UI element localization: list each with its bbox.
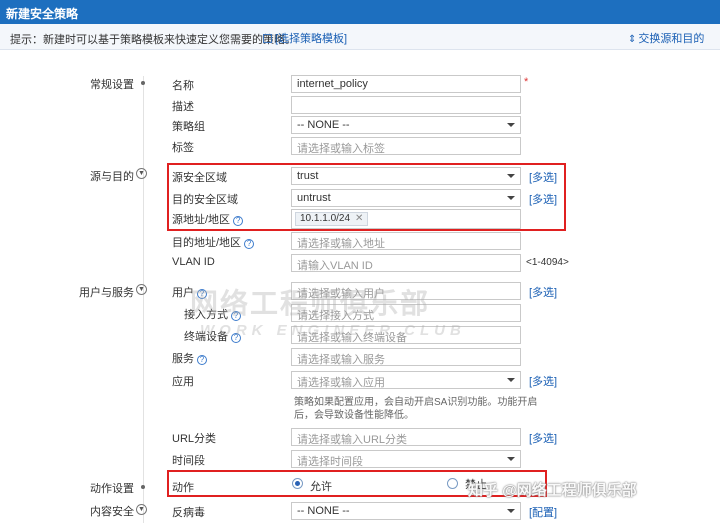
antivirus-config-link[interactable]: [配置] (529, 504, 557, 520)
swap-label: 交换源和目的 (638, 33, 705, 45)
application-label: 应用 (172, 376, 194, 388)
antivirus-label: 反病毒 (172, 507, 205, 519)
application-select[interactable]: 请选择或输入应用 (291, 371, 521, 389)
application-note-line1: 策略如果配置应用，会自动开启SA识别功能。功能开启 (294, 397, 538, 408)
section-dot (141, 485, 145, 489)
description-label: 描述 (172, 101, 194, 113)
help-icon[interactable]: ? (197, 355, 207, 365)
permit-radio[interactable] (292, 478, 303, 489)
section-content-security: 内容安全 (90, 506, 134, 518)
select-template-label: [选择策略模板] (275, 33, 348, 45)
tag-input[interactable]: 请选择或输入标签 (291, 137, 521, 155)
close-icon[interactable]: ✕ (355, 213, 363, 224)
url-category-label: URL分类 (172, 433, 217, 445)
time-range-select[interactable]: 请选择时间段 (291, 450, 521, 468)
select-template-link[interactable]: [选择策略模板] (263, 30, 347, 46)
src-zone-label: 源安全区域 (172, 172, 227, 184)
chevron-down-icon (507, 123, 515, 127)
chevron-down-icon (507, 457, 515, 461)
tip-text: 提示：新建时可以基于策略模板来快速定义您需要的策略。 (10, 34, 296, 46)
policy-group-value: -- NONE -- (297, 119, 350, 131)
deny-radio[interactable] (447, 478, 458, 489)
src-addr-label-text: 源地址/地区 (172, 214, 231, 226)
src-addr-tag: 10.1.1.0/24 ✕ (295, 212, 369, 226)
name-label: 名称 (172, 80, 194, 92)
service-label: 服务? (172, 350, 207, 366)
url-category-input[interactable]: 请选择或输入URL分类 (291, 428, 521, 446)
dst-zone-label: 目的安全区域 (172, 194, 238, 206)
zhihu-watermark: 知乎 @网络工程师俱乐部 (468, 482, 637, 499)
section-source-dest: 源与目的 (90, 171, 134, 183)
dst-addr-label-text: 目的地址/地区 (172, 237, 242, 249)
src-zone-value: trust (297, 170, 319, 182)
dst-zone-select[interactable]: untrust (291, 189, 521, 207)
vlan-label: VLAN ID (172, 256, 215, 268)
section-user-service: 用户与服务 (79, 287, 134, 299)
src-addr-tag-text: 10.1.1.0/24 (300, 213, 351, 224)
swap-source-dest-link[interactable]: ⇕ 交换源和目的 (628, 30, 704, 46)
description-input[interactable] (291, 96, 521, 114)
vlan-input[interactable]: 请输入VLAN ID (291, 254, 521, 272)
application-placeholder: 请选择或输入应用 (297, 377, 385, 389)
template-icon (263, 34, 272, 43)
required-mark: * (524, 76, 529, 88)
chevron-down-icon (507, 196, 515, 200)
section-general: 常规设置 (90, 79, 134, 91)
section-action: 动作设置 (90, 483, 134, 495)
application-note-line2: 后，会导致设备性能降低。 (294, 410, 414, 421)
vlan-range: <1-4094> (526, 257, 569, 268)
name-input[interactable]: internet_policy (291, 75, 521, 93)
time-range-label: 时间段 (172, 455, 205, 467)
chevron-down-icon (507, 174, 515, 178)
dst-addr-input[interactable]: 请选择或输入地址 (291, 232, 521, 250)
help-icon[interactable]: ? (233, 216, 244, 226)
watermark-text-en: WORK ENGINEER CLUB (200, 322, 466, 339)
dialog-title: 新建安全策略 (0, 0, 720, 24)
src-zone-select[interactable]: trust (291, 167, 521, 185)
watermark-text: 网络工程师俱乐部 (190, 288, 431, 319)
src-addr-label: 源地址/地区? (172, 211, 244, 227)
src-zone-multi-link[interactable]: [多选] (529, 169, 557, 185)
section-divider-line (143, 76, 144, 523)
antivirus-value: -- NONE -- (297, 505, 350, 517)
antivirus-select[interactable]: -- NONE -- (291, 502, 521, 520)
collapse-icon[interactable]: ▼ (136, 504, 147, 515)
policy-group-label: 策略组 (172, 121, 205, 133)
dst-zone-value: untrust (297, 192, 331, 204)
chevron-down-icon (507, 378, 515, 382)
dst-zone-multi-link[interactable]: [多选] (529, 191, 557, 207)
tag-label: 标签 (172, 142, 194, 154)
collapse-icon[interactable]: ▼ (136, 284, 147, 295)
swap-icon: ⇕ (628, 34, 637, 45)
user-multi-link[interactable]: [多选] (529, 284, 557, 300)
collapse-icon[interactable]: ▼ (136, 168, 147, 179)
service-input[interactable]: 请选择或输入服务 (291, 348, 521, 366)
help-icon[interactable]: ? (244, 239, 255, 249)
application-multi-link[interactable]: [多选] (529, 373, 557, 389)
chevron-down-icon (507, 509, 515, 513)
permit-label[interactable]: 允许 (310, 478, 332, 494)
action-label: 动作 (172, 482, 194, 494)
section-dot (141, 81, 145, 85)
policy-group-select[interactable]: -- NONE -- (291, 116, 521, 134)
url-category-multi-link[interactable]: [多选] (529, 430, 557, 446)
service-label-text: 服务 (172, 353, 194, 365)
tip-bar: 提示：新建时可以基于策略模板来快速定义您需要的策略。 [选择策略模板] ⇕ 交换源… (0, 24, 720, 50)
dst-addr-label: 目的地址/地区? (172, 234, 255, 250)
time-range-placeholder: 请选择时间段 (297, 456, 363, 468)
